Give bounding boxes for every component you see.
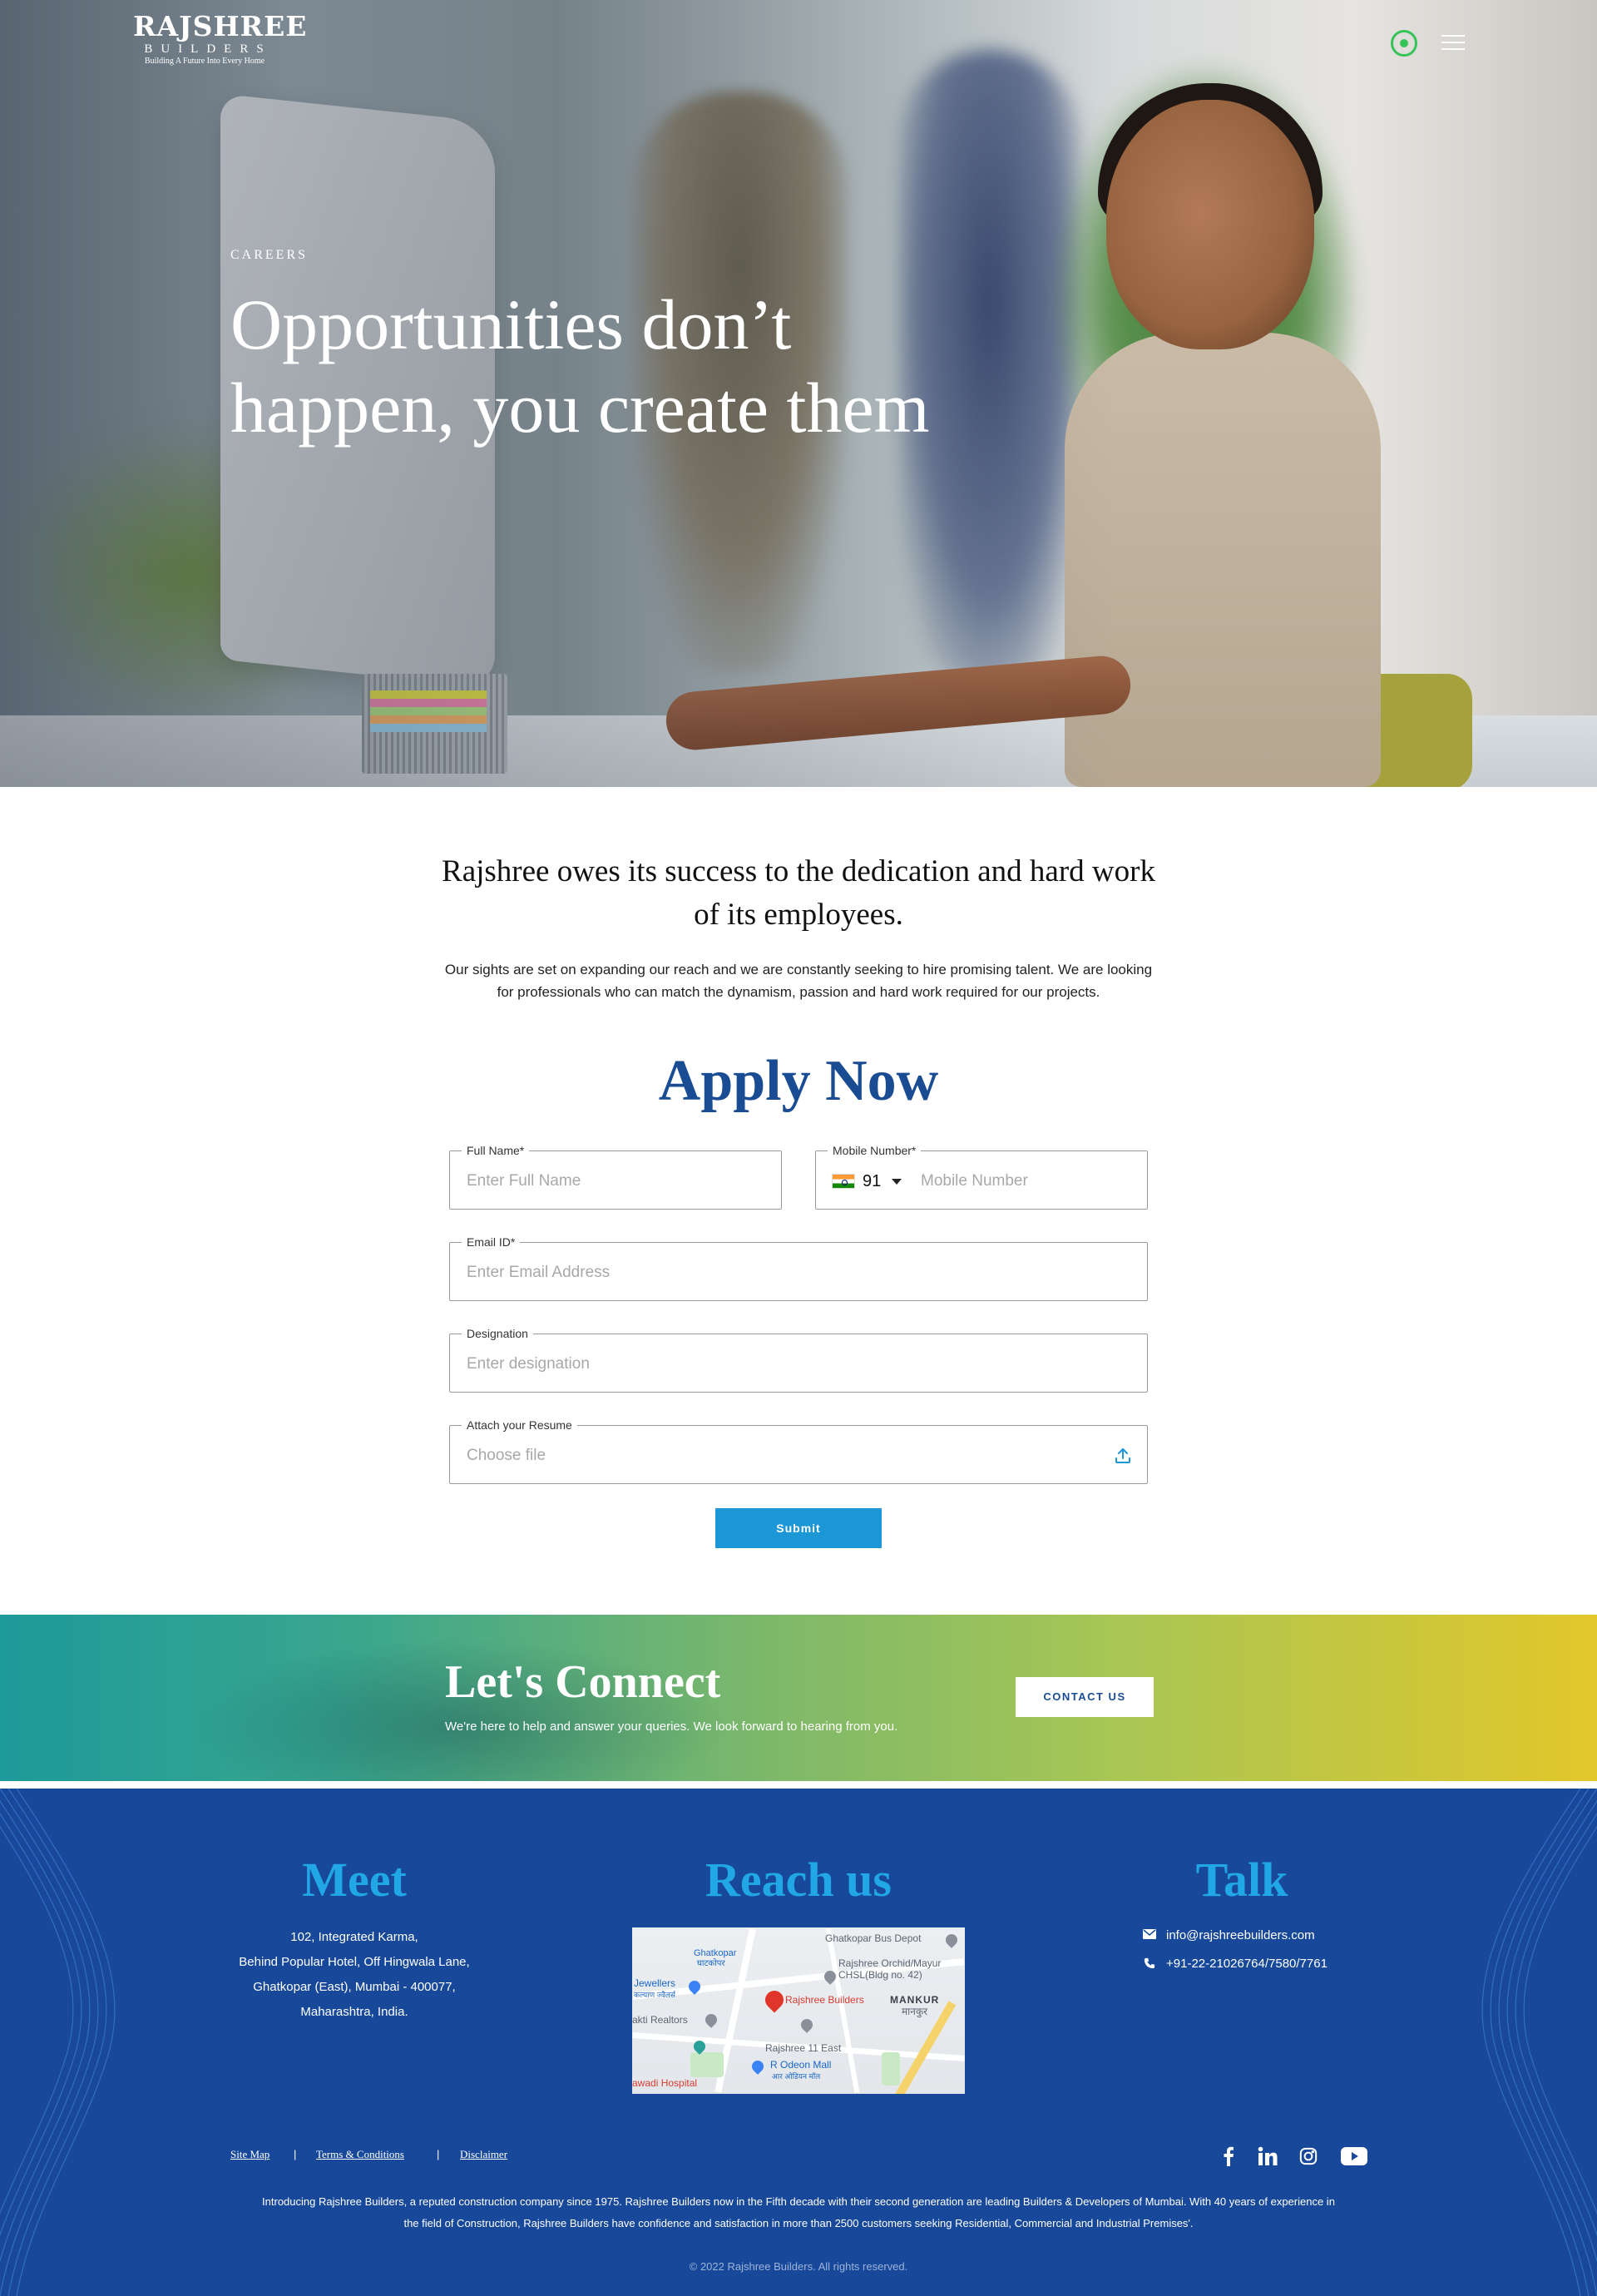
designation-label: Designation bbox=[462, 1326, 533, 1341]
country-code-select[interactable]: 91 bbox=[863, 1171, 881, 1191]
hero-title-line: Opportunities don’t bbox=[230, 285, 792, 364]
footer-wave-decoration-right bbox=[1481, 1789, 1597, 2296]
chevron-down-icon[interactable] bbox=[892, 1179, 902, 1185]
intro-lead: Rajshree owes its success to the dedicat… bbox=[399, 850, 1198, 937]
hero-kicker: CAREERS bbox=[230, 248, 309, 262]
location-map[interactable]: Ghatkopar Bus Depot Ghatkopar घाटकोपर Ra… bbox=[632, 1927, 965, 2094]
link-separator: | bbox=[437, 2148, 440, 2160]
full-name-field[interactable]: Full Name* Enter Full Name bbox=[449, 1143, 782, 1210]
connect-title: Let's Connect bbox=[445, 1656, 721, 1708]
resume-label: Attach your Resume bbox=[462, 1418, 577, 1433]
map-label: आर ओडियन मॉल bbox=[772, 2072, 821, 2081]
resume-upload-field[interactable]: Attach your Resume Choose file bbox=[449, 1418, 1148, 1484]
email-input[interactable]: Enter Email Address bbox=[467, 1263, 610, 1283]
map-label: मानकुर bbox=[902, 2006, 928, 2017]
about-line: Introducing Rajshree Builders, a reputed… bbox=[262, 2195, 1335, 2208]
logo-tagline: Building A Future Into Every Home bbox=[144, 57, 265, 66]
intro-body-line: for professionals who can match the dyna… bbox=[497, 984, 1100, 1000]
address-line: Maharashtra, India. bbox=[300, 2005, 408, 2019]
map-label: Rajshree 11 East bbox=[765, 2042, 842, 2054]
map-pin-icon bbox=[749, 2058, 766, 2075]
address-line: 102, Integrated Karma, bbox=[290, 1930, 418, 1944]
map-label: awadi Hospital bbox=[632, 2077, 698, 2089]
disclaimer-link[interactable]: Disclaimer bbox=[460, 2147, 507, 2162]
site-logo[interactable]: RAJSHREE BUILDERS Building A Future Into… bbox=[133, 10, 308, 75]
phone-link[interactable]: +91-22-21026764/7580/7761 bbox=[1166, 1956, 1328, 1972]
terms-link[interactable]: Terms & Conditions bbox=[316, 2147, 404, 2162]
mobile-number-input[interactable]: Mobile Number bbox=[921, 1171, 1028, 1191]
office-address: 102, Integrated Karma, Behind Popular Ho… bbox=[213, 1925, 496, 2025]
footer-wave-decoration-left bbox=[0, 1789, 116, 2296]
map-label: Jewellers bbox=[634, 1977, 676, 1989]
hero-title-line: happen, you create them bbox=[230, 368, 930, 448]
instagram-icon[interactable] bbox=[1299, 2146, 1318, 2166]
map-pin-icon bbox=[798, 2016, 815, 2033]
map-label: CHSL(Bldg no. 42) bbox=[838, 1969, 922, 1981]
full-name-label: Full Name* bbox=[462, 1143, 530, 1158]
intro-lead-line: of its employees. bbox=[694, 898, 903, 932]
link-separator: | bbox=[294, 2148, 297, 2160]
email-field[interactable]: Email ID* Enter Email Address bbox=[449, 1235, 1148, 1301]
upload-icon[interactable] bbox=[1113, 1446, 1133, 1466]
map-label: akti Realtors bbox=[632, 2014, 688, 2026]
logo-subword: BUILDERS bbox=[144, 42, 272, 56]
facebook-icon[interactable] bbox=[1223, 2146, 1234, 2166]
map-location-pin-icon bbox=[761, 1987, 788, 2013]
submit-button[interactable]: Submit bbox=[715, 1508, 882, 1548]
meet-heading: Meet bbox=[302, 1853, 407, 1907]
reach-us-heading: Reach us bbox=[705, 1853, 892, 1907]
address-line: Behind Popular Hotel, Off Hingwala Lane, bbox=[239, 1955, 470, 1969]
email-link[interactable]: info@rajshreebuilders.com bbox=[1166, 1927, 1315, 1944]
logo-wordmark: RAJSHREE bbox=[133, 10, 308, 42]
map-label: Ghatkopar bbox=[694, 1948, 737, 1958]
map-label: घाटकोपर bbox=[697, 1959, 725, 1968]
site-map-link[interactable]: Site Map bbox=[230, 2147, 269, 2162]
address-line: Ghatkopar (East), Mumbai - 400077, bbox=[253, 1980, 456, 1994]
mobile-number-field[interactable]: Mobile Number* 91 Mobile Number bbox=[815, 1143, 1148, 1210]
email-label: Email ID* bbox=[462, 1235, 521, 1249]
youtube-icon[interactable] bbox=[1341, 2146, 1367, 2166]
india-flag-icon[interactable] bbox=[832, 1174, 855, 1189]
mobile-number-label: Mobile Number* bbox=[828, 1143, 922, 1158]
whatsapp-icon[interactable] bbox=[1391, 30, 1417, 57]
map-label: कल्याण ज्वैलर्स bbox=[634, 1991, 675, 1999]
connect-subtitle: We're here to help and answer your queri… bbox=[445, 1720, 898, 1734]
map-label: R Odeon Mall bbox=[770, 2059, 832, 2071]
map-label: Rajshree Builders bbox=[785, 1994, 864, 2006]
copyright: © 2022 Rajshree Builders. All rights res… bbox=[689, 2260, 908, 2273]
map-label: Rajshree Orchid/Mayur bbox=[838, 1957, 942, 1969]
linkedin-icon[interactable] bbox=[1258, 2146, 1278, 2166]
resume-file-input[interactable]: Choose file bbox=[467, 1446, 546, 1466]
mail-icon bbox=[1143, 1929, 1156, 1939]
intro-body: Our sights are set on expanding our reac… bbox=[424, 958, 1173, 1003]
company-about: Introducing Rajshree Builders, a reputed… bbox=[225, 2191, 1372, 2234]
hero-title: Opportunities don’t happen, you create t… bbox=[230, 283, 979, 449]
map-pin-icon bbox=[703, 2011, 719, 2028]
full-name-input[interactable]: Enter Full Name bbox=[467, 1171, 581, 1191]
about-line: the field of Construction, Rajshree Buil… bbox=[403, 2217, 1194, 2229]
intro-lead-line: Rajshree owes its success to the dedicat… bbox=[442, 854, 1155, 888]
apply-now-heading: Apply Now bbox=[658, 1049, 939, 1113]
menu-icon[interactable] bbox=[1441, 33, 1465, 52]
intro-body-line: Our sights are set on expanding our reac… bbox=[444, 962, 1153, 977]
connect-banner bbox=[0, 1615, 1597, 1781]
talk-heading: Talk bbox=[1195, 1853, 1288, 1907]
map-pin-icon bbox=[943, 1932, 960, 1948]
map-label: MANKUR bbox=[890, 1994, 940, 2006]
contact-us-button[interactable]: CONTACT US bbox=[1016, 1677, 1154, 1717]
map-label: Ghatkopar Bus Depot bbox=[825, 1932, 922, 1944]
phone-icon bbox=[1144, 1957, 1155, 1969]
designation-field[interactable]: Designation Enter designation bbox=[449, 1326, 1148, 1393]
designation-input[interactable]: Enter designation bbox=[467, 1354, 590, 1374]
